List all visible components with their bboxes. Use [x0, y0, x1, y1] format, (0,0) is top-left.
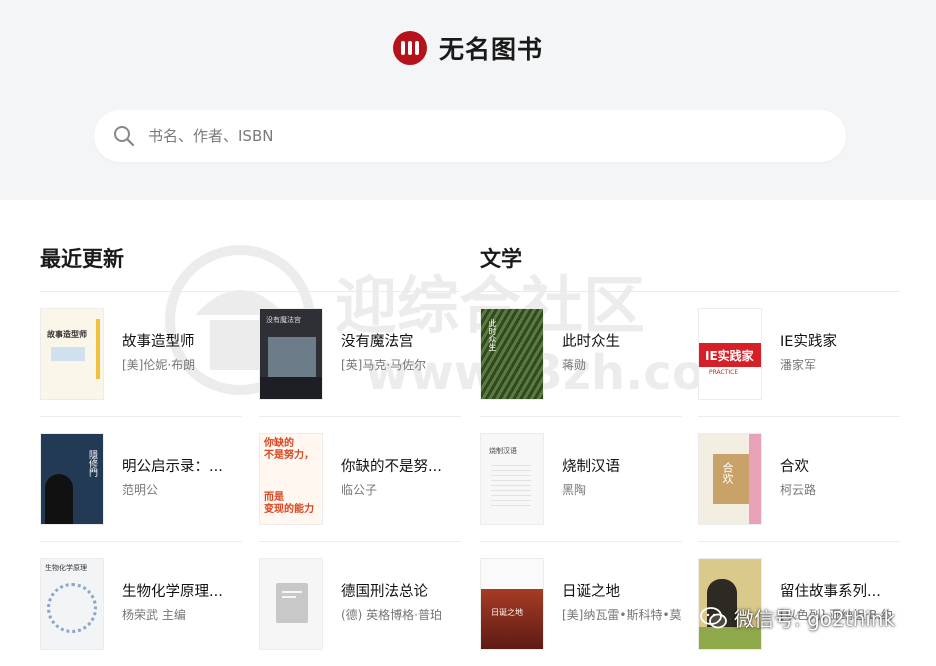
row-divider: [698, 416, 900, 417]
section-divider: [480, 291, 900, 292]
book-title: 你缺的不是努...: [341, 459, 442, 475]
book-author: 临公子: [341, 483, 378, 497]
book-cover[interactable]: 生物化学原理: [40, 558, 104, 650]
brand-name: 无名图书: [438, 35, 543, 64]
row-divider: [480, 541, 682, 542]
cover-subtitle-text: PRACTICE: [709, 369, 739, 376]
row-divider: [698, 541, 900, 542]
book-author: 范明公: [122, 483, 159, 497]
book-placeholder-icon: [276, 583, 308, 623]
book-author: 蒋勋: [562, 358, 587, 372]
book-item[interactable]: 没有魔法宫 没有魔法宫 [英]马克·马佐尔: [259, 308, 459, 408]
book-item[interactable]: 你缺的 不是努力， 而是 变现的能力 你缺的不是努... 临公子: [259, 433, 459, 533]
section-title-literature: 文学: [480, 246, 522, 271]
book-author: [美]纳瓦雷•斯科特•莫马: [562, 608, 682, 622]
wechat-icon: [700, 606, 727, 628]
cover-graphic: [491, 464, 531, 506]
brand[interactable]: 无名图书: [0, 30, 936, 66]
book-item[interactable]: 日诞之地 日诞之地 [美]纳瓦雷•斯科特•莫马: [480, 558, 682, 658]
book-cover[interactable]: 故事造型师: [40, 308, 104, 400]
book-title: 留住故事系列...: [780, 584, 881, 600]
book-author: [美]伦妮·布朗: [122, 358, 196, 372]
cover-title-text: 你缺的 不是努力，: [264, 438, 314, 461]
book-title: 故事造型师: [122, 334, 195, 350]
wechat-watermark: 微信号: go2think: [700, 603, 895, 632]
cover-title-text: 没有魔法宫: [266, 316, 301, 324]
search-icon: [114, 126, 135, 147]
cover-graphic: [51, 347, 85, 361]
cover-graphic: [260, 377, 322, 399]
book-item[interactable]: IE实践家 PRACTICE IE实践家 潘家军: [698, 308, 898, 408]
book-title: 日诞之地: [562, 584, 620, 600]
wechat-label: 微信号: go2think: [734, 607, 896, 631]
book-author: (德) 英格博格·普珀: [341, 608, 442, 622]
cover-graphic: [45, 474, 73, 524]
book-author: 黑陶: [562, 483, 587, 497]
book-item[interactable]: 生物化学原理 生物化学原理... 杨荣武 主编: [40, 558, 240, 658]
book-cover[interactable]: 没有魔法宫: [259, 308, 323, 400]
cover-title-text: 生物化学原理: [45, 564, 87, 572]
section-title-recent: 最近更新: [40, 246, 124, 271]
cover-graphic: [749, 434, 761, 524]
cover-graphic: [481, 589, 543, 649]
book-title: 明公启示录：...: [122, 459, 223, 475]
book-title: 此时众生: [562, 334, 620, 350]
cover-title-text: 此时众生: [488, 319, 497, 351]
book-item[interactable]: 烧制汉语 烧制汉语 黑陶: [480, 433, 680, 533]
cover-graphic: [268, 337, 316, 377]
cover-title-text: 而是 变现的能力: [264, 492, 314, 515]
logo-icon: [392, 31, 427, 65]
cover-title-text: 隱修門: [87, 450, 97, 477]
book-item[interactable]: 隱修門 明公启示录：... 范明公: [40, 433, 240, 533]
cover-title-text: 合欢: [721, 462, 734, 484]
header-area: 无名图书: [0, 0, 936, 200]
book-author: 潘家军: [780, 358, 817, 372]
book-item[interactable]: 德国刑法总论 (德) 英格博格·普珀: [259, 558, 459, 658]
book-author: [英]马克·马佐尔: [341, 358, 427, 372]
book-title: IE实践家: [780, 334, 837, 350]
book-cover[interactable]: 此时众生: [480, 308, 544, 400]
book-author: 杨荣武 主编: [122, 608, 186, 622]
cover-title-text: IE实践家: [705, 349, 754, 363]
book-cover[interactable]: IE实践家 PRACTICE: [698, 308, 762, 400]
row-divider: [40, 416, 242, 417]
search-bar[interactable]: [94, 110, 846, 162]
book-item[interactable]: 合欢 合欢 柯云路: [698, 433, 898, 533]
cover-graphic: [47, 583, 97, 633]
cover-title-text: 日诞之地: [491, 608, 523, 617]
book-title: 合欢: [780, 459, 809, 475]
cover-graphic: [96, 319, 100, 379]
search-input[interactable]: [148, 127, 788, 145]
book-author: 柯云路: [780, 483, 817, 497]
row-divider: [259, 541, 461, 542]
book-title: 烧制汉语: [562, 459, 620, 475]
book-title: 生物化学原理...: [122, 584, 223, 600]
row-divider: [259, 416, 461, 417]
section-divider: [40, 291, 460, 292]
book-item[interactable]: 此时众生 此时众生 蒋勋: [480, 308, 680, 408]
book-title: 没有魔法宫: [341, 334, 414, 350]
book-cover-placeholder[interactable]: [259, 558, 323, 650]
book-cover[interactable]: 你缺的 不是努力， 而是 变现的能力: [259, 433, 323, 525]
row-divider: [480, 416, 682, 417]
book-item[interactable]: 故事造型师 故事造型师 [美]伦妮·布朗: [40, 308, 240, 408]
cover-title-text: 故事造型师: [47, 330, 87, 339]
cover-title-text: 烧制汉语: [489, 447, 517, 455]
book-cover[interactable]: 隱修門: [40, 433, 104, 525]
book-cover[interactable]: 日诞之地: [480, 558, 544, 650]
book-title: 德国刑法总论: [341, 584, 428, 600]
book-cover[interactable]: 合欢: [698, 433, 762, 525]
book-cover[interactable]: 烧制汉语: [480, 433, 544, 525]
row-divider: [40, 541, 242, 542]
